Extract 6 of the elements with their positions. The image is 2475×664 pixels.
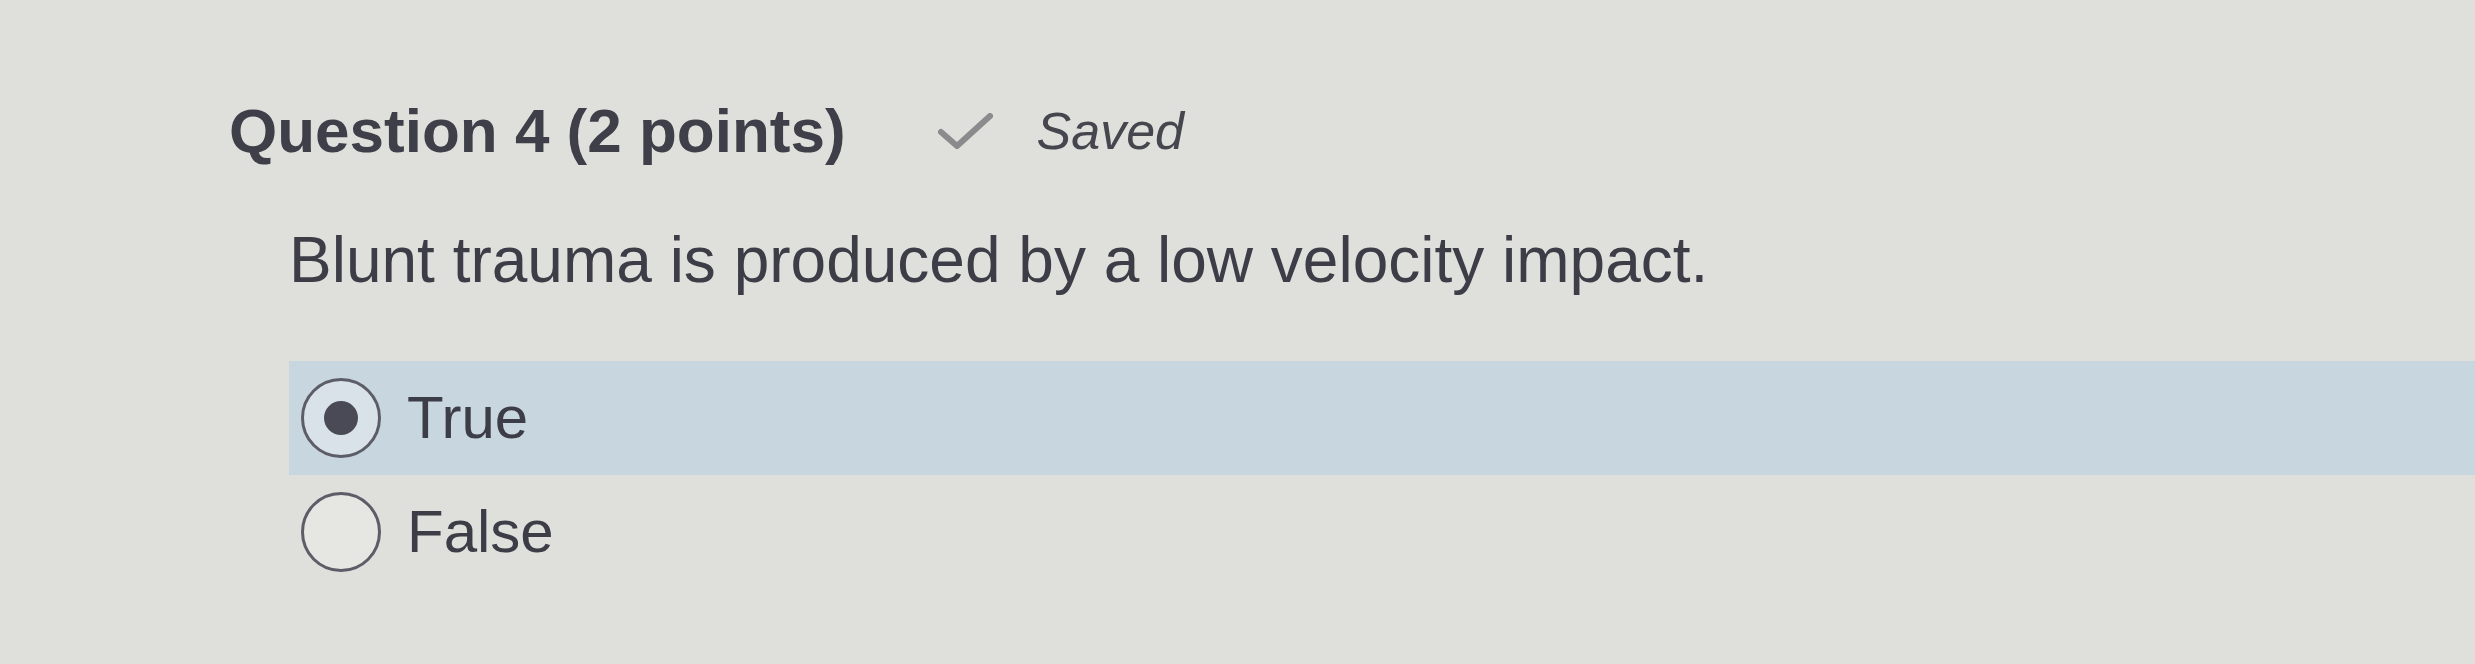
radio-icon[interactable] xyxy=(301,492,381,572)
radio-icon[interactable] xyxy=(301,378,381,458)
saved-status: Saved xyxy=(1036,105,1185,157)
checkmark-icon xyxy=(937,113,993,149)
answer-option[interactable]: True xyxy=(289,361,2475,475)
answer-option[interactable]: False xyxy=(289,475,2475,589)
